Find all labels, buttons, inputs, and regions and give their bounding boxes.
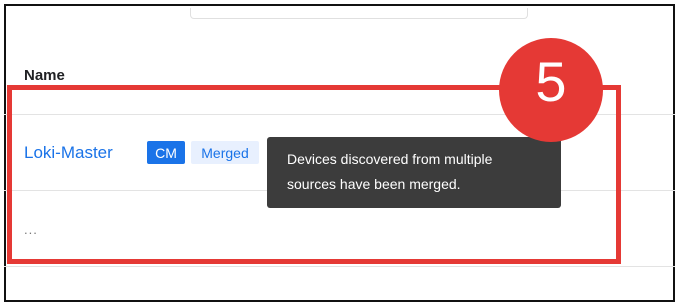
- row-divider: [4, 266, 675, 267]
- step-number: 5: [535, 50, 567, 113]
- column-header-name[interactable]: Name: [24, 67, 65, 84]
- step-marker: 5: [499, 38, 603, 142]
- search-bar-edge: [190, 8, 528, 19]
